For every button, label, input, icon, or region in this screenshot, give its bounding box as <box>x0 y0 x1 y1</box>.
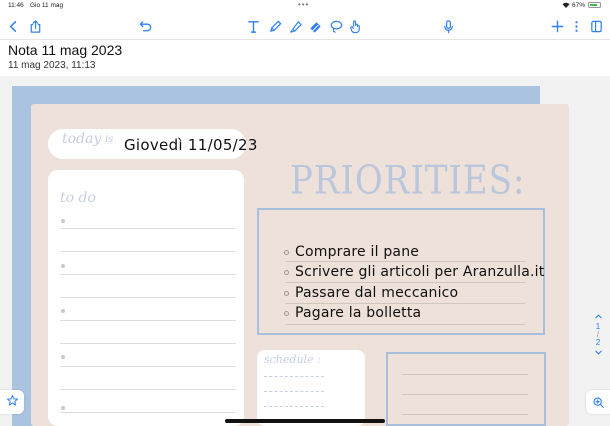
todo-line <box>60 251 236 252</box>
todo-bullet <box>61 355 65 359</box>
todo-line <box>60 320 236 321</box>
priority-item: Passare dal meccanico <box>284 285 458 301</box>
wifi-icon <box>562 2 570 8</box>
lasso-tool-icon[interactable] <box>327 17 345 35</box>
pages-icon[interactable] <box>587 17 605 35</box>
priorities-line <box>285 303 525 304</box>
priorities-line <box>285 324 525 325</box>
todo-line <box>60 274 236 275</box>
schedule-row <box>264 391 324 392</box>
status-bar: 11:46 Gio 11 mag ••• 67% <box>0 0 610 12</box>
more-icon[interactable] <box>567 17 585 35</box>
todo-bullet <box>61 406 65 410</box>
notes-app-screen: 11:46 Gio 11 mag ••• 67% Nota 11 mag 202… <box>0 0 610 426</box>
total-pages: 2 <box>595 338 601 347</box>
priority-item: Comprare il pane <box>284 244 419 260</box>
todo-line <box>60 389 236 390</box>
multitask-indicator[interactable]: ••• <box>298 0 309 9</box>
status-date: Gio 11 mag <box>30 2 64 9</box>
todo-line <box>60 412 236 413</box>
priority-bullet <box>284 310 289 316</box>
share-icon[interactable] <box>26 17 44 35</box>
todo-line <box>60 366 236 367</box>
todo-bullet <box>61 219 65 223</box>
eraser-tool-icon[interactable] <box>306 17 324 35</box>
notes-box-line <box>402 374 528 375</box>
priority-bullet <box>284 249 289 255</box>
schedule-row <box>264 376 324 377</box>
today-handwritten-date: Giovedì 11/05/23 <box>124 136 258 154</box>
chevron-up-icon[interactable] <box>590 312 606 322</box>
chevron-down-icon[interactable] <box>590 348 606 358</box>
today-is-label: is <box>105 134 114 145</box>
todo-line <box>60 297 236 298</box>
priority-item: Scrivere gli articoli per Aranzulla.it <box>284 264 544 280</box>
text-tool-icon[interactable] <box>244 17 262 35</box>
zoom-button[interactable] <box>586 390 610 414</box>
todo-label: to do <box>60 190 96 206</box>
priorities-line <box>285 261 525 262</box>
schedule-label: schedule : <box>264 353 321 366</box>
notes-box-line <box>402 394 528 395</box>
priority-text: Pagare la bolletta <box>295 305 422 321</box>
todo-card <box>48 170 244 426</box>
priority-text: Scrivere gli articoli per Aranzulla.it <box>295 264 545 280</box>
chevron-left-icon[interactable] <box>4 17 22 35</box>
todo-line <box>60 343 236 344</box>
priority-bullet <box>284 290 289 296</box>
todo-bullet <box>61 264 65 268</box>
priority-bullet <box>284 269 289 275</box>
touch-tool-icon[interactable] <box>346 17 364 35</box>
priority-text: Passare dal meccanico <box>295 285 459 301</box>
highlighter-tool-icon[interactable] <box>286 17 304 35</box>
priority-item: Pagare la bolletta <box>284 305 421 321</box>
home-indicator[interactable] <box>225 419 385 423</box>
status-time: 11:46 <box>8 2 24 9</box>
undo-icon[interactable] <box>136 17 154 35</box>
note-title[interactable]: Nota 11 mag 2023 <box>8 42 122 58</box>
todo-bullet <box>61 309 65 313</box>
microphone-icon[interactable] <box>439 17 457 35</box>
page-navigator: 1 / 2 <box>590 312 606 358</box>
priority-text: Comprare il pane <box>295 244 420 260</box>
add-icon[interactable] <box>548 17 566 35</box>
note-created-date: 11 mag 2023, 11:13 <box>8 60 96 71</box>
battery-icon <box>588 2 601 8</box>
toolbar <box>0 14 610 40</box>
notes-box-line <box>402 414 528 415</box>
priorities-line <box>285 282 525 283</box>
todo-line <box>60 228 236 229</box>
today-label: today <box>62 131 102 147</box>
zoom-icon <box>592 396 604 408</box>
battery-percent: 67% <box>572 2 586 9</box>
priorities-title: PRIORITIES: <box>290 158 526 204</box>
pen-tool-icon[interactable] <box>266 17 284 35</box>
favorite-button[interactable] <box>0 390 24 414</box>
star-icon <box>6 394 19 410</box>
schedule-row <box>264 406 324 407</box>
